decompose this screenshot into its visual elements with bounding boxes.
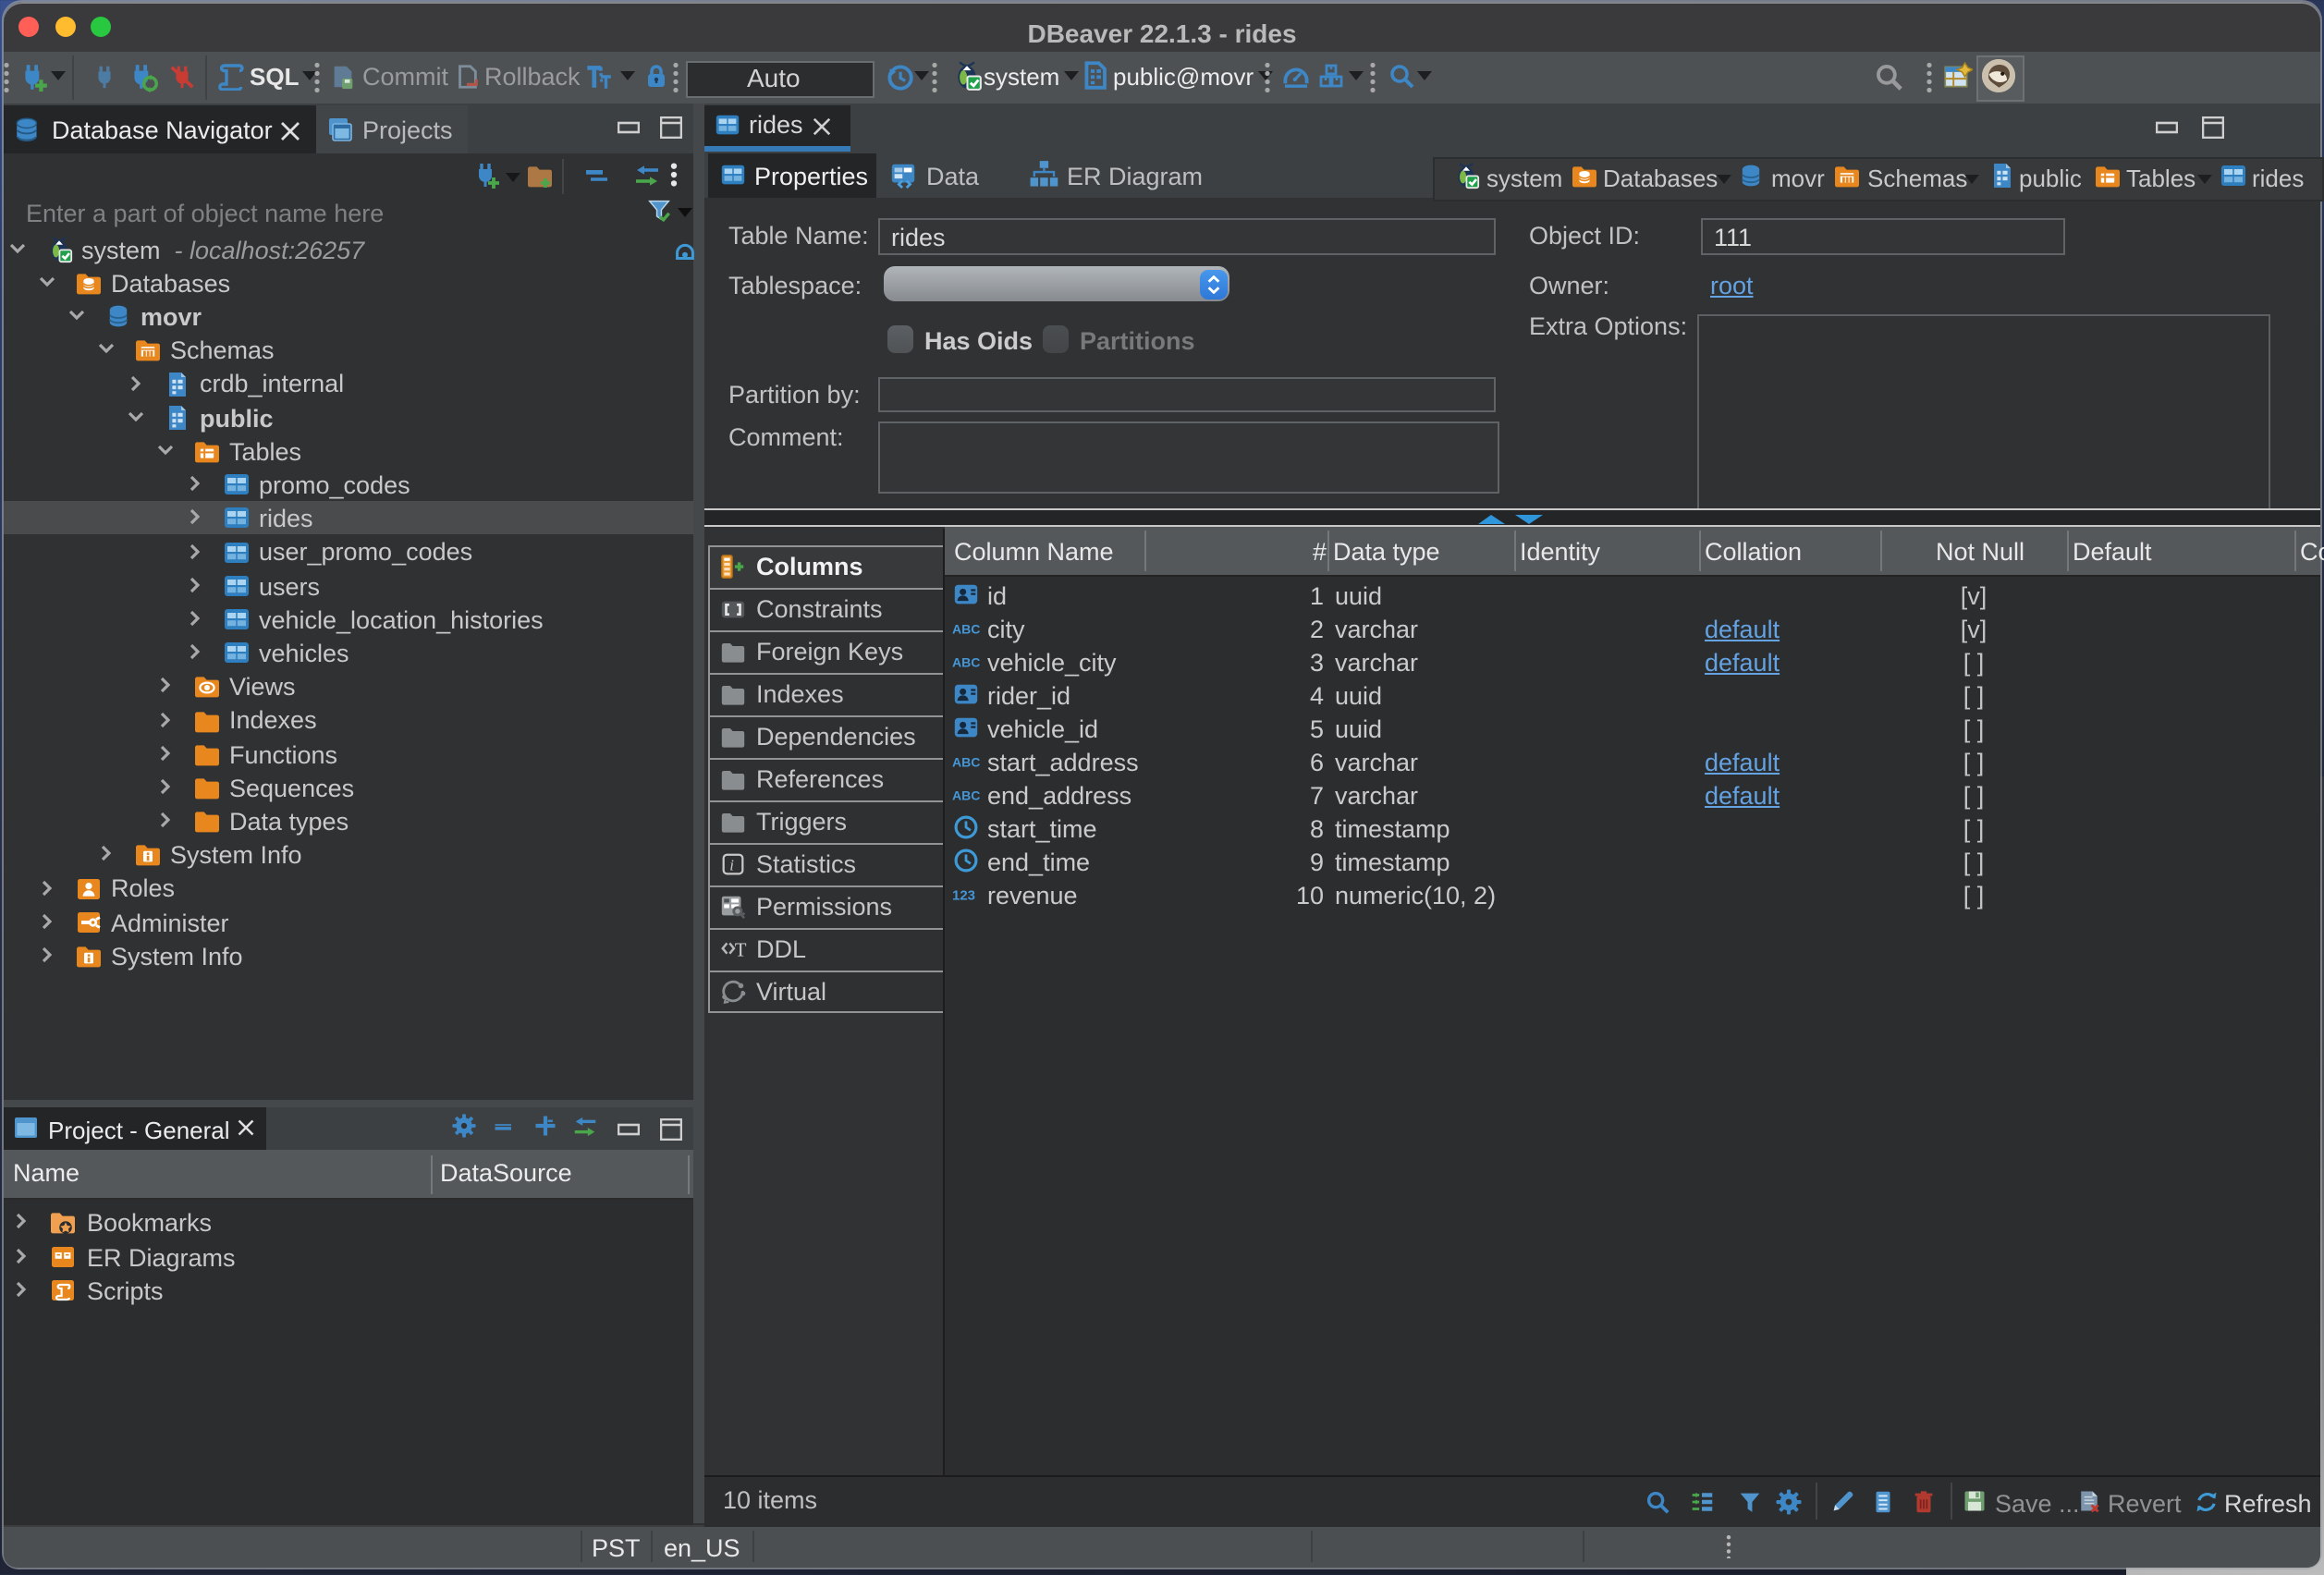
svg-text:T: T	[735, 940, 747, 960]
svg-text:ABC: ABC	[952, 655, 980, 670]
svg-text:ABC: ABC	[952, 788, 980, 803]
svg-text:i: i	[729, 856, 734, 873]
svg-text:ABC: ABC	[952, 755, 980, 770]
svg-text:123: 123	[952, 888, 975, 904]
svg-text:ABC: ABC	[952, 622, 980, 637]
